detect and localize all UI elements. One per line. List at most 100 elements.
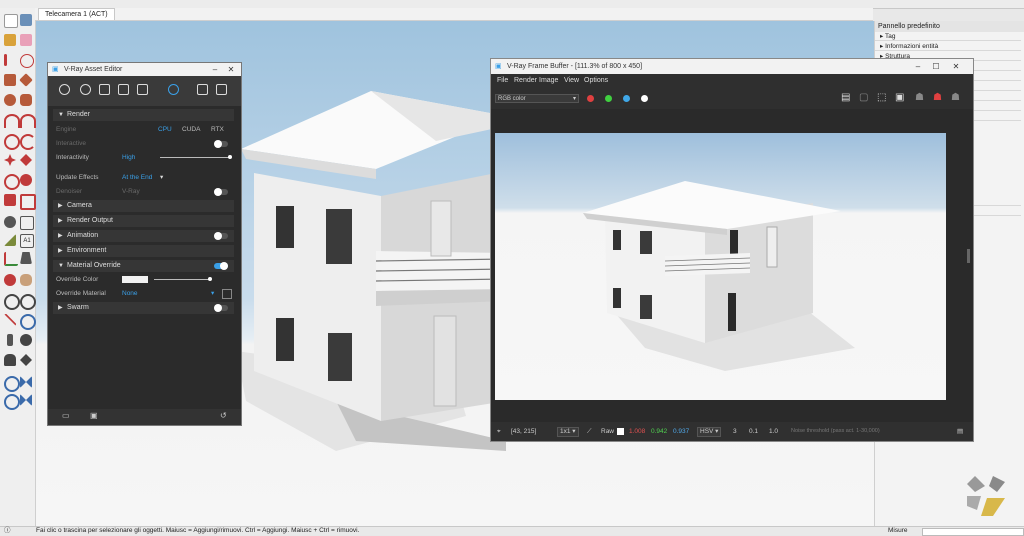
section-camera[interactable]: ▶ Camera: [53, 200, 234, 212]
frame-buffer-icon[interactable]: [216, 84, 227, 95]
follow-me-icon[interactable]: [20, 174, 32, 186]
line-tool-icon[interactable]: [4, 54, 7, 66]
stamp-icon[interactable]: [20, 394, 32, 406]
rectangle-tool-icon[interactable]: [4, 74, 16, 86]
tray-item-entity-info[interactable]: ▸ Informazioni entità: [875, 42, 1021, 51]
measure-input[interactable]: [922, 528, 1024, 536]
chevron-down-icon[interactable]: ▾: [211, 288, 214, 299]
freehand-icon[interactable]: [20, 54, 34, 68]
animation-toggle[interactable]: [214, 232, 228, 240]
interactive-toggle[interactable]: [214, 140, 228, 148]
update-effects-dropdown[interactable]: At the End: [122, 172, 152, 183]
save-image-icon[interactable]: ▤: [841, 92, 850, 103]
blue-channel-icon[interactable]: [623, 95, 630, 102]
zoom-tool-icon[interactable]: [4, 294, 20, 310]
pixel-info-icon[interactable]: ⌖: [497, 422, 501, 441]
arc-tool-icon[interactable]: [4, 114, 20, 128]
move-tool-icon[interactable]: [4, 154, 16, 166]
materials-icon[interactable]: [59, 84, 70, 95]
zoom-dropdown[interactable]: 1x1 ▾: [557, 427, 579, 437]
previous-view-icon[interactable]: [20, 314, 36, 330]
engine-cpu[interactable]: CPU: [158, 124, 172, 135]
rotated-rect-icon[interactable]: [19, 73, 33, 87]
override-material-dropdown[interactable]: None: [122, 288, 138, 299]
engine-rtx[interactable]: RTX: [211, 124, 224, 135]
tape-measure-icon[interactable]: [4, 216, 16, 228]
track-mouse-icon[interactable]: ▣: [895, 92, 904, 103]
render-teapot-icon[interactable]: [197, 84, 208, 95]
close-icon[interactable]: ✕: [949, 59, 963, 74]
text-tool-icon[interactable]: A1: [20, 234, 34, 248]
paint-bucket-icon[interactable]: [4, 34, 16, 46]
select-tool-icon[interactable]: [4, 14, 18, 28]
engine-cuda[interactable]: CUDA: [182, 124, 200, 135]
sandbox-icon[interactable]: [4, 376, 20, 392]
tray-item-tag[interactable]: ▸ Tag: [875, 32, 1021, 41]
chevron-down-icon[interactable]: ▾: [160, 172, 163, 183]
section-render[interactable]: ▼ Render: [53, 109, 234, 121]
zoom-extents-icon[interactable]: [4, 314, 16, 326]
maximize-icon[interactable]: ☐: [929, 59, 943, 74]
section-material-override[interactable]: ▼ Material Override: [53, 260, 234, 272]
geometry-icon[interactable]: [99, 84, 110, 95]
stop-render-icon[interactable]: ☗: [933, 92, 942, 103]
circle-tool-icon[interactable]: [4, 94, 16, 106]
menu-options[interactable]: Options: [584, 74, 608, 87]
log-panel-icon[interactable]: ▤: [957, 422, 963, 441]
menu-render[interactable]: Render: [514, 74, 537, 87]
rendered-image[interactable]: [495, 133, 946, 400]
override-color-slider[interactable]: [154, 277, 212, 281]
open-file-icon[interactable]: ▭: [62, 411, 70, 420]
section-swarm[interactable]: ▶ Swarm: [53, 302, 234, 314]
color-picker-icon[interactable]: ⟋: [587, 422, 592, 441]
scene-tab[interactable]: Telecamera 1 (ACT): [38, 8, 115, 20]
minimize-icon[interactable]: –: [208, 63, 222, 76]
look-around-icon[interactable]: [20, 334, 32, 346]
arc3-tool-icon[interactable]: [20, 134, 36, 150]
walk-tool-icon[interactable]: [4, 354, 16, 366]
material-override-toggle[interactable]: [214, 262, 228, 270]
polygon-tool-icon[interactable]: [20, 94, 32, 106]
push-pull-icon[interactable]: [20, 154, 32, 166]
section-animation[interactable]: ▶ Animation: [53, 230, 234, 242]
region-render-icon[interactable]: ⬚: [877, 92, 886, 103]
smoove-icon[interactable]: [4, 394, 20, 410]
sandbox-grid-icon[interactable]: [20, 376, 32, 388]
arc2-tool-icon[interactable]: [20, 114, 36, 128]
3d-text-icon[interactable]: [20, 252, 32, 264]
render-elements-icon[interactable]: [137, 84, 148, 95]
denoiser-toggle[interactable]: [214, 188, 228, 196]
material-picker-icon[interactable]: [222, 289, 232, 299]
dimension-icon[interactable]: [20, 216, 34, 230]
protractor-icon[interactable]: [4, 234, 16, 246]
eraser-icon[interactable]: [20, 34, 32, 46]
red-channel-icon[interactable]: [587, 95, 594, 102]
render-icon[interactable]: ☗: [915, 92, 924, 103]
override-color-swatch[interactable]: [122, 276, 148, 283]
component-tool-icon[interactable]: [20, 14, 32, 26]
section-render-output[interactable]: ▶ Render Output: [53, 215, 234, 227]
offset-tool-icon[interactable]: [20, 194, 36, 210]
panel-resize-handle[interactable]: [967, 249, 970, 263]
pie-tool-icon[interactable]: [4, 134, 20, 150]
position-camera-icon[interactable]: [7, 334, 13, 346]
swarm-toggle[interactable]: [214, 304, 228, 312]
axes-tool-icon[interactable]: [4, 252, 18, 266]
interactive-render-icon[interactable]: ☗: [951, 92, 960, 103]
denoiser-dropdown[interactable]: V-Ray: [122, 186, 140, 197]
orbit-tool-icon[interactable]: [4, 274, 16, 286]
minimize-icon[interactable]: –: [911, 59, 925, 74]
zoom-window-icon[interactable]: [20, 294, 36, 310]
channel-dropdown[interactable]: RGB color ▾: [495, 94, 579, 103]
textures-icon[interactable]: [118, 84, 129, 95]
menu-view[interactable]: View: [564, 74, 579, 87]
lights-icon[interactable]: [80, 84, 91, 95]
revert-icon[interactable]: ↺: [220, 411, 227, 420]
green-channel-icon[interactable]: [605, 95, 612, 102]
pan-tool-icon[interactable]: [20, 274, 32, 286]
interactivity-slider[interactable]: [160, 155, 232, 159]
scale-tool-icon[interactable]: [4, 194, 16, 206]
save-file-icon[interactable]: ▣: [90, 411, 98, 420]
section-environment[interactable]: ▶ Environment: [53, 245, 234, 257]
menu-file[interactable]: File: [497, 74, 508, 87]
